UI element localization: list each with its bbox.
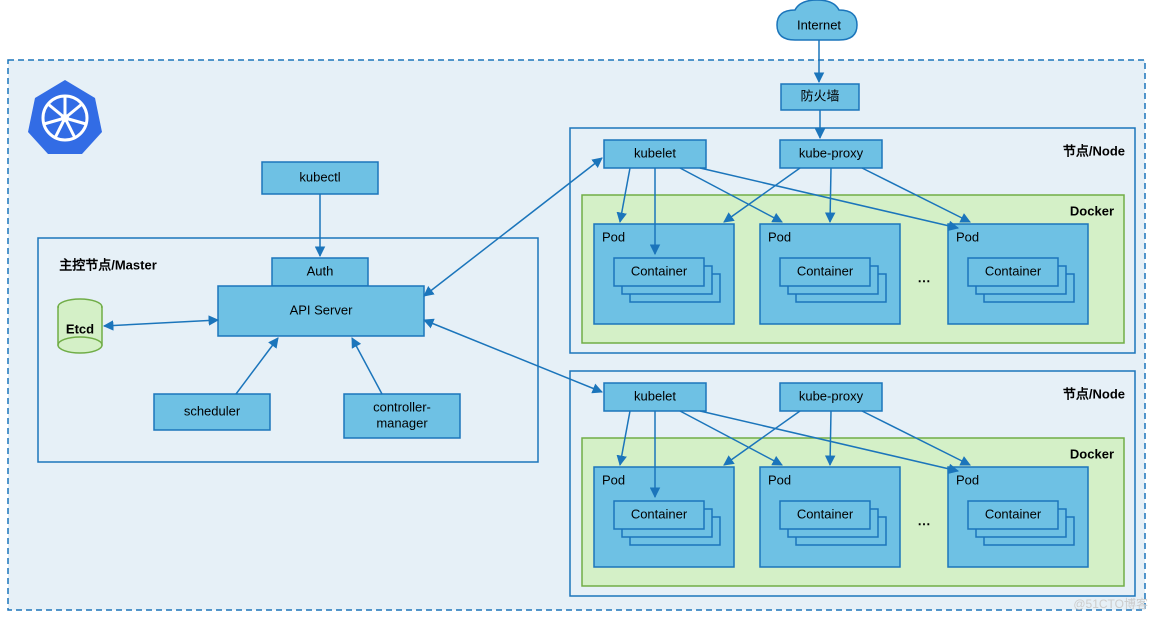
scheduler-label: scheduler xyxy=(184,403,241,418)
svg-text:Container: Container xyxy=(797,263,854,278)
svg-text:Pod: Pod xyxy=(768,229,791,244)
svg-text:Container: Container xyxy=(631,263,688,278)
node-1-title: 节点/Node xyxy=(1063,143,1125,158)
auth-label: Auth xyxy=(307,263,334,278)
watermark: @51CTO博客 xyxy=(1073,596,1148,611)
master-title: 主控节点/Master xyxy=(59,257,157,272)
svg-text:Pod: Pod xyxy=(956,472,979,487)
svg-text:Docker: Docker xyxy=(1070,203,1114,218)
svg-text:Container: Container xyxy=(797,506,854,521)
svg-text:Pod: Pod xyxy=(956,229,979,244)
svg-text:kubelet: kubelet xyxy=(634,145,676,160)
etcd-label: Etcd xyxy=(66,321,94,336)
node2-pod-2: Pod Container xyxy=(760,467,900,567)
svg-text:kube-proxy: kube-proxy xyxy=(799,388,864,403)
node1-pod-3: Pod Container xyxy=(948,224,1088,324)
controller-manager-label-1: controller- xyxy=(373,399,431,414)
node-2-title: 节点/Node xyxy=(1063,386,1125,401)
firewall-label: 防火墙 xyxy=(800,88,839,103)
svg-text:Pod: Pod xyxy=(602,472,625,487)
node2-pod-3: Pod Container xyxy=(948,467,1088,567)
node2-pod-1: Pod Container xyxy=(594,467,734,567)
svg-text:kubelet: kubelet xyxy=(634,388,676,403)
svg-text:Container: Container xyxy=(985,263,1042,278)
svg-text:Container: Container xyxy=(985,506,1042,521)
svg-text:Pod: Pod xyxy=(602,229,625,244)
architecture-diagram: Internet 防火墙 kubectl 主控节点/Master Auth AP… xyxy=(0,0,1153,619)
svg-text:Pod: Pod xyxy=(768,472,791,487)
internet-cloud: Internet xyxy=(777,0,857,40)
node1-pod-1: Pod Container xyxy=(594,224,734,324)
svg-text:⋯: ⋯ xyxy=(918,516,931,531)
node1-pod-2: Pod Container xyxy=(760,224,900,324)
controller-manager-label-2: manager xyxy=(376,415,428,430)
svg-text:Container: Container xyxy=(631,506,688,521)
kubectl-label: kubectl xyxy=(299,169,340,184)
svg-text:kube-proxy: kube-proxy xyxy=(799,145,864,160)
svg-text:⋯: ⋯ xyxy=(918,273,931,288)
internet-label: Internet xyxy=(797,17,841,32)
api-server-label: API Server xyxy=(290,302,354,317)
svg-text:Docker: Docker xyxy=(1070,446,1114,461)
